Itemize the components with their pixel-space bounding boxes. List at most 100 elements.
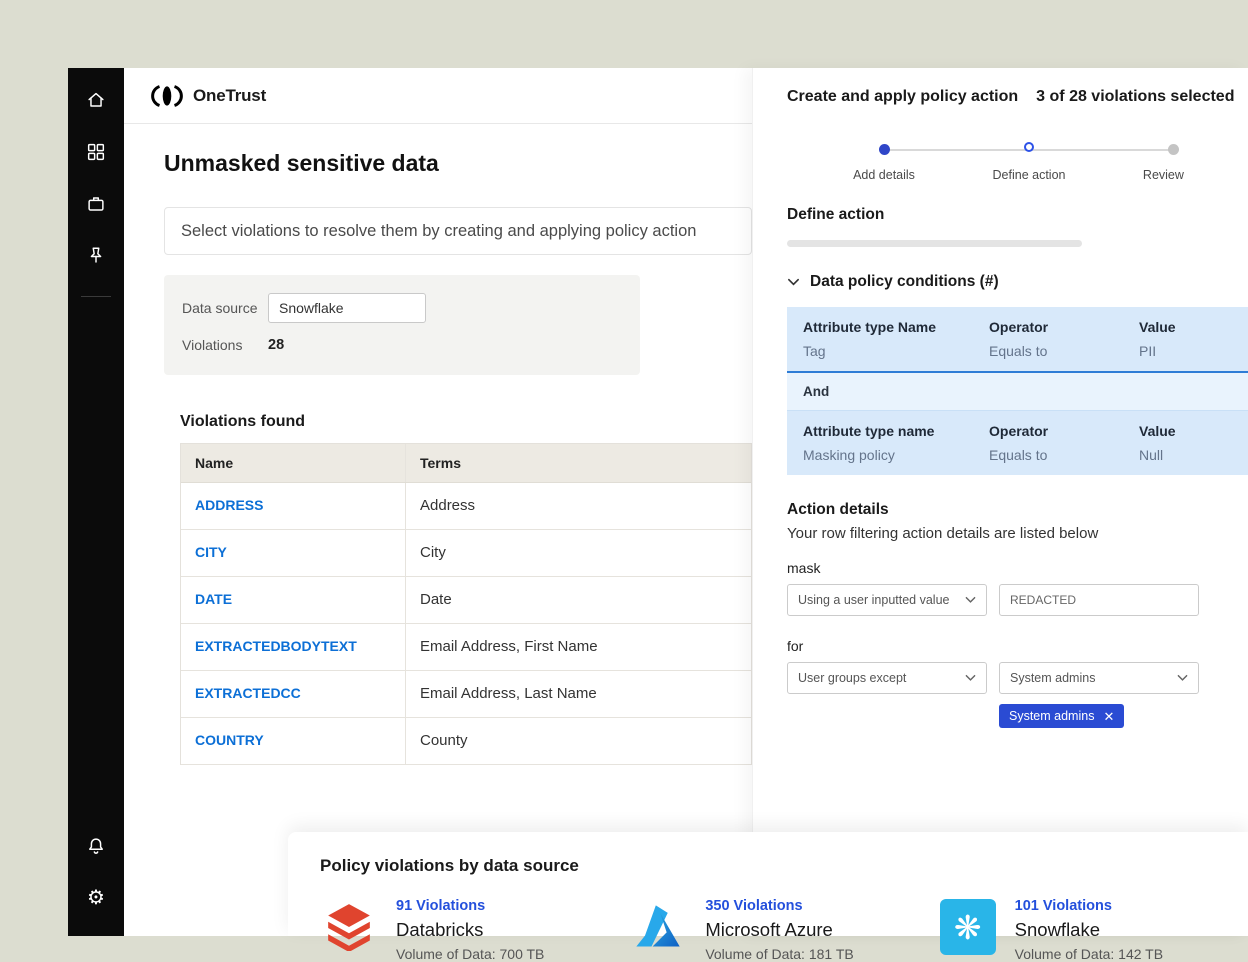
chevron-down-icon: [965, 674, 976, 682]
cond-col-operator: Operator: [989, 423, 1139, 439]
apps-grid-icon[interactable]: [84, 140, 108, 164]
step-label-define-action: Define action: [993, 168, 1066, 182]
mask-label: mask: [787, 560, 1248, 576]
violation-name-link[interactable]: EXTRACTEDBODYTEXT: [195, 638, 357, 654]
source-card-databricks: 91 Violations Databricks Volume of Data:…: [320, 898, 629, 962]
source-volume: Volume of Data: 181 TB: [705, 946, 853, 962]
action-details-subtitle: Your row filtering action details are li…: [787, 525, 1248, 542]
step-dot-add-details[interactable]: [879, 144, 890, 155]
panel-title: Create and apply policy action 3 of 28 v…: [787, 88, 1248, 106]
violation-terms: County: [406, 718, 751, 764]
violations-page: OneTrust Unmasked sensitive data Select …: [124, 68, 752, 936]
violation-name-link[interactable]: EXTRACTEDCC: [195, 685, 301, 701]
chevron-down-icon: [965, 596, 976, 604]
conditions-collapse-header[interactable]: Data policy conditions (#): [787, 273, 1248, 291]
violations-table: Name Terms ADDRESS Address CITY City DAT…: [180, 443, 752, 765]
violation-name-link[interactable]: CITY: [195, 544, 227, 560]
action-details-title: Action details: [787, 501, 1248, 519]
bell-icon[interactable]: [84, 834, 108, 858]
violation-terms: Email Address, First Name: [406, 624, 751, 670]
desktop: { "colors": { "background": "#dcddd0", "…: [0, 0, 1248, 936]
chevron-down-icon: [1177, 674, 1188, 682]
progress-bar: [787, 240, 1082, 247]
cond-col-value: Value: [1139, 319, 1248, 335]
brand-name: OneTrust: [193, 86, 266, 106]
databricks-icon: [320, 898, 378, 956]
violation-name-link[interactable]: DATE: [195, 591, 232, 607]
source-violations-link[interactable]: 101 Violations: [1015, 898, 1163, 914]
condition-connector: And: [787, 373, 1248, 411]
violations-count-value: 28: [268, 337, 284, 353]
sidebar-divider: [81, 296, 111, 297]
condition-group: Attribute type Name Operator Value Tag E…: [787, 307, 1248, 373]
stepper: Add details Define action Review: [879, 142, 1179, 192]
info-banner-text: Select violations to resolve them by cre…: [181, 222, 696, 241]
table-header-row: Name Terms: [181, 444, 751, 483]
column-header-terms: Terms: [406, 444, 751, 482]
cond-col-attribute: Attribute type name: [803, 423, 989, 439]
cond-col-attribute: Attribute type Name: [803, 319, 989, 335]
data-source-summary-card: Policy violations by data source 91 Viol…: [288, 832, 1248, 936]
violation-terms: City: [406, 530, 751, 576]
source-card-azure: 350 Violations Microsoft Azure Volume of…: [629, 898, 938, 962]
source-name: Microsoft Azure: [705, 919, 853, 941]
policy-action-panel: Create and apply policy action 3 of 28 v…: [752, 68, 1248, 936]
main-window: OneTrust Unmasked sensitive data Select …: [124, 68, 1248, 936]
step-dot-review[interactable]: [1168, 144, 1179, 155]
remove-chip-icon[interactable]: ✕: [1103, 710, 1114, 723]
user-group-select[interactable]: System admins: [999, 662, 1199, 694]
cond-col-value: Value: [1139, 423, 1248, 439]
condition-group: Attribute type name Operator Value Maski…: [787, 411, 1248, 475]
briefcase-icon[interactable]: [84, 192, 108, 216]
column-header-name: Name: [181, 444, 406, 482]
cond-attribute-value: Masking policy: [803, 447, 989, 463]
page-title: Unmasked sensitive data: [164, 150, 752, 177]
table-row: DATE Date: [181, 577, 751, 624]
violation-name-link[interactable]: ADDRESS: [195, 497, 263, 513]
table-row: ADDRESS Address: [181, 483, 751, 530]
cond-value-value: Null: [1139, 447, 1248, 463]
mask-method-select[interactable]: Using a user inputted value: [787, 584, 987, 616]
info-banner: Select violations to resolve them by cre…: [164, 207, 752, 255]
summary-title: Policy violations by data source: [320, 856, 1248, 876]
conditions-title: Data policy conditions (#): [810, 273, 999, 291]
source-volume: Volume of Data: 700 TB: [396, 946, 544, 962]
snowflake-icon: ❋: [939, 898, 997, 956]
cond-operator-value: Equals to: [989, 447, 1139, 463]
step-label-add-details: Add details: [853, 168, 915, 182]
chevron-down-icon: [787, 277, 800, 287]
onetrust-logo-icon: [150, 85, 184, 107]
pin-icon[interactable]: [84, 244, 108, 268]
source-name: Databricks: [396, 919, 544, 941]
step-dot-define-action[interactable]: [1024, 142, 1034, 152]
filter-panel: Data source Snowflake Violations 28: [164, 275, 640, 375]
violation-name-link[interactable]: COUNTRY: [195, 732, 264, 748]
table-row: EXTRACTEDCC Email Address, Last Name: [181, 671, 751, 718]
app-header: OneTrust: [124, 68, 752, 124]
source-violations-link[interactable]: 350 Violations: [705, 898, 853, 914]
violations-found-title: Violations found: [180, 413, 752, 431]
home-icon[interactable]: [84, 88, 108, 112]
data-source-input[interactable]: Snowflake: [268, 293, 426, 323]
cond-attribute-value: Tag: [803, 343, 989, 359]
table-row: CITY City: [181, 530, 751, 577]
app-sidebar: ⚙: [68, 68, 124, 936]
selection-status: 3 of 28 violations selected: [1036, 88, 1234, 106]
cond-operator-value: Equals to: [989, 343, 1139, 359]
gear-icon[interactable]: ⚙: [84, 886, 108, 910]
violation-terms: Date: [406, 577, 751, 623]
violations-count-label: Violations: [182, 337, 268, 353]
cond-value-value: PII: [1139, 343, 1248, 359]
mask-value-input[interactable]: REDACTED: [999, 584, 1199, 616]
selected-group-chip[interactable]: System admins ✕: [999, 704, 1124, 728]
violation-terms: Email Address, Last Name: [406, 671, 751, 717]
cond-col-operator: Operator: [989, 319, 1139, 335]
source-volume: Volume of Data: 142 TB: [1015, 946, 1163, 962]
user-group-mode-select[interactable]: User groups except: [787, 662, 987, 694]
azure-icon: [629, 898, 687, 956]
data-source-label: Data source: [182, 300, 268, 316]
source-violations-link[interactable]: 91 Violations: [396, 898, 544, 914]
for-label: for: [787, 638, 1248, 654]
conditions-table: Attribute type Name Operator Value Tag E…: [787, 307, 1248, 475]
violation-terms: Address: [406, 483, 751, 529]
